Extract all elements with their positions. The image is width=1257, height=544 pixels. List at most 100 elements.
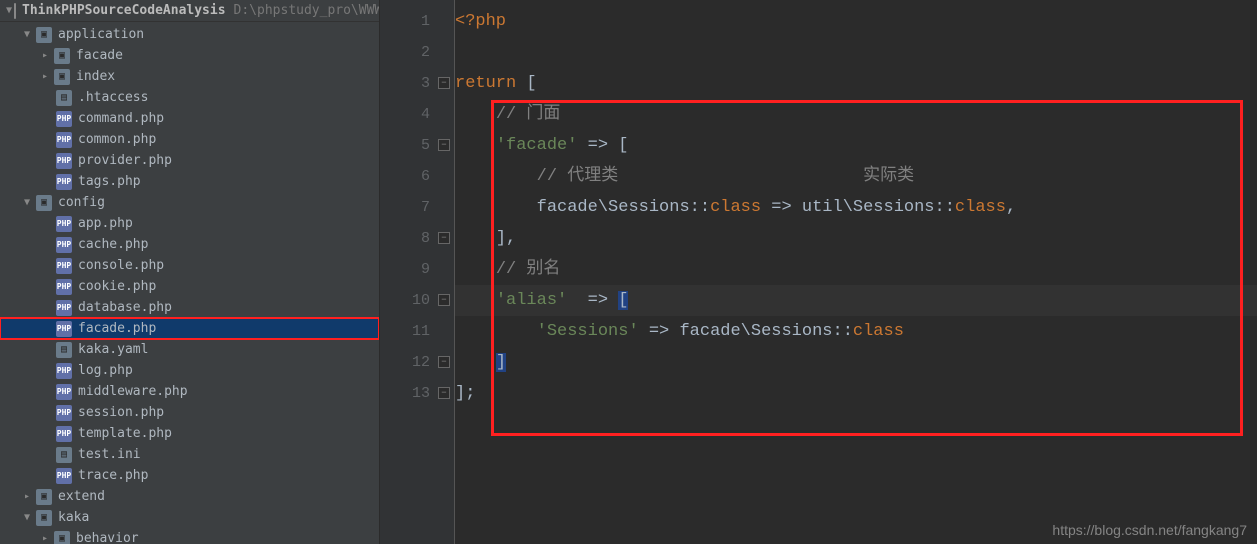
code-area[interactable]: <?php return [ // 门面 'facade' => [ // 代理…	[454, 0, 1257, 544]
line-number: 6	[380, 161, 454, 192]
code-text: => util\Sessions::	[761, 198, 955, 217]
tree-label: database.php	[78, 300, 172, 315]
tree-folder-extend[interactable]: ▸▣extend	[0, 486, 379, 507]
code-line[interactable]: 'Sessions' => facade\Sessions::class	[455, 316, 1257, 347]
keyword: class	[853, 322, 904, 341]
tree-file-htaccess[interactable]: ▤ .htaccess	[0, 87, 379, 108]
tree-label: .htaccess	[78, 90, 148, 105]
tree-file-tags[interactable]: PHPtags.php	[0, 171, 379, 192]
tree-folder-behavior[interactable]: ▸▣ behavior	[0, 528, 379, 544]
folder-icon: ▣	[36, 510, 52, 526]
chevron-right-icon[interactable]: ▸	[38, 532, 52, 544]
bracket: [	[618, 136, 628, 155]
fold-icon[interactable]: −	[438, 356, 450, 368]
comment: // 别名	[496, 260, 561, 279]
code-line[interactable]: // 别名	[455, 254, 1257, 285]
tree-file-trace[interactable]: PHPtrace.php	[0, 465, 379, 486]
chevron-down-icon[interactable]: ▼	[20, 28, 34, 42]
tree-label: middleware.php	[78, 384, 188, 399]
line-number: 3−	[380, 68, 454, 99]
tree-label: cache.php	[78, 237, 148, 252]
code-line[interactable]: 'facade' => [	[455, 130, 1257, 161]
code-line[interactable]: 'alias' => [	[455, 285, 1257, 316]
tree-folder-kaka[interactable]: ▼▣kaka	[0, 507, 379, 528]
code-line[interactable]: // 代理类 实际类	[455, 161, 1257, 192]
tree-folder-index[interactable]: ▸▣index	[0, 66, 379, 87]
fold-icon[interactable]: −	[438, 387, 450, 399]
tree-file-app[interactable]: PHPapp.php	[0, 213, 379, 234]
string: 'facade'	[496, 136, 578, 155]
chevron-down-icon[interactable]: ▼	[6, 4, 12, 18]
keyword: return	[455, 74, 516, 93]
fold-icon[interactable]: −	[438, 77, 450, 89]
tree-file-middleware[interactable]: PHP middleware.php	[0, 381, 379, 402]
line-number: 4	[380, 99, 454, 130]
line-number: 8−	[380, 223, 454, 254]
tree-file-provider[interactable]: PHPprovider.php	[0, 150, 379, 171]
code-line[interactable]	[455, 37, 1257, 68]
php-file-icon: PHP	[56, 405, 72, 421]
code-line[interactable]: ];	[455, 378, 1257, 409]
code-text: => facade\Sessions::	[639, 322, 853, 341]
tree-file-console[interactable]: PHPconsole.php	[0, 255, 379, 276]
fold-icon[interactable]: −	[438, 232, 450, 244]
chevron-down-icon[interactable]: ▼	[20, 196, 34, 210]
php-tag: <?php	[455, 12, 506, 31]
php-file-icon: PHP	[56, 321, 72, 337]
tree-file-template[interactable]: PHPtemplate.php	[0, 423, 379, 444]
code-line[interactable]: ],	[455, 223, 1257, 254]
tree-folder-application[interactable]: ▼▣application	[0, 24, 379, 45]
tree-label: command.php	[78, 111, 164, 126]
tree-file-common[interactable]: PHPcommon.php	[0, 129, 379, 150]
tree-label: template.php	[78, 426, 172, 441]
tree-file-database[interactable]: PHP database.php	[0, 297, 379, 318]
folder-icon: ▣	[54, 531, 70, 544]
tree-folder-facade[interactable]: ▸▣facade	[0, 45, 379, 66]
tree-file-session[interactable]: PHPsession.php	[0, 402, 379, 423]
tree-label: facade.php	[78, 321, 156, 336]
tree-file-log[interactable]: PHPlog.php	[0, 360, 379, 381]
tree-folder-config[interactable]: ▼▣config	[0, 192, 379, 213]
tree-label: test.ini	[78, 447, 141, 462]
tree-file-command[interactable]: PHP command.php	[0, 108, 379, 129]
php-file-icon: PHP	[56, 132, 72, 148]
tree-label: behavior	[76, 531, 139, 544]
tree-file-facade[interactable]: PHP facade.php	[0, 318, 379, 339]
php-file-icon: PHP	[56, 111, 72, 127]
bracket: [	[618, 291, 628, 310]
php-file-icon: PHP	[56, 300, 72, 316]
project-name[interactable]: ThinkPHPSourceCodeAnalysis	[22, 3, 226, 18]
watermark: https://blog.csdn.net/fangkang7	[1052, 522, 1247, 538]
keyword: class	[955, 198, 1006, 217]
fold-icon[interactable]: −	[438, 294, 450, 306]
chevron-right-icon[interactable]: ▸	[20, 490, 34, 504]
tree-file-testini[interactable]: ▤ test.ini	[0, 444, 379, 465]
tree-file-cache[interactable]: PHP cache.php	[0, 234, 379, 255]
code-line[interactable]: facade\Sessions::class => util\Sessions:…	[455, 192, 1257, 223]
folder-icon: ▣	[54, 48, 70, 64]
chevron-right-icon[interactable]: ▸	[38, 70, 52, 84]
project-tree[interactable]: ▼▣application ▸▣facade ▸▣index ▤ .htacces…	[0, 22, 379, 544]
fold-icon[interactable]: −	[438, 139, 450, 151]
chevron-down-icon[interactable]: ▼	[20, 511, 34, 525]
bracket: ]	[496, 353, 506, 372]
line-number: 2	[380, 37, 454, 68]
code-editor[interactable]: 1 2 3− 4 5− 6 7 8− 9 10− 11 12− 13− <?ph…	[380, 0, 1257, 544]
php-file-icon: PHP	[56, 237, 72, 253]
php-file-icon: PHP	[56, 384, 72, 400]
php-file-icon: PHP	[56, 468, 72, 484]
code-line[interactable]: // 门面	[455, 99, 1257, 130]
tree-file-kakayaml[interactable]: ▤kaka.yaml	[0, 339, 379, 360]
comment: 实际类	[863, 167, 914, 186]
code-line[interactable]: <?php	[455, 6, 1257, 37]
bracket: [	[516, 74, 536, 93]
tree-label: kaka.yaml	[78, 342, 148, 357]
chevron-right-icon[interactable]: ▸	[38, 49, 52, 63]
comment: // 代理类	[537, 167, 619, 186]
code-line[interactable]: ]	[455, 347, 1257, 378]
code-line[interactable]: return [	[455, 68, 1257, 99]
file-icon: ▤	[56, 447, 72, 463]
punct: ,	[1006, 198, 1016, 217]
file-icon: ▤	[56, 90, 72, 106]
tree-file-cookie[interactable]: PHPcookie.php	[0, 276, 379, 297]
